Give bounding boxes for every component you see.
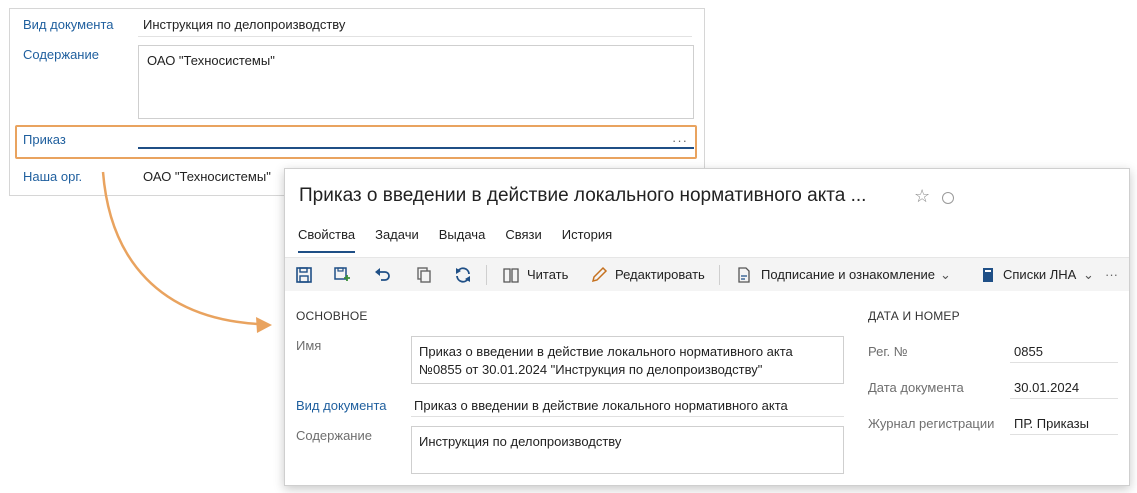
- dialog-tabs: Свойства Задачи Выдача Связи История: [298, 225, 632, 255]
- reg-number-label: Рег. №: [868, 344, 908, 359]
- save-copy-icon[interactable]: [334, 266, 352, 284]
- doc-date-underline: [1010, 398, 1118, 399]
- toolbar-separator: [719, 265, 720, 285]
- doc-type-underline: [138, 36, 692, 37]
- content-textarea[interactable]: ОАО "Техносистемы": [138, 45, 694, 119]
- doc-type-underline: [411, 416, 844, 417]
- undo-icon[interactable]: [374, 266, 392, 284]
- journal-label: Журнал регистрации: [868, 416, 995, 431]
- doc-type-label: Вид документа: [23, 17, 114, 32]
- tab-properties[interactable]: Свойства: [298, 225, 356, 253]
- dialog-title: Приказ о введении в действие локального …: [299, 185, 867, 206]
- tab-issue[interactable]: Выдача: [439, 225, 486, 253]
- org-value[interactable]: ОАО "Техносистемы": [143, 169, 271, 184]
- more-icon[interactable]: ···: [1105, 267, 1118, 282]
- chevron-down-icon[interactable]: ⌄: [940, 267, 951, 283]
- doc-date-label: Дата документа: [868, 380, 964, 395]
- doc-date-value[interactable]: 30.01.2024: [1014, 380, 1079, 395]
- content-label: Содержание: [23, 47, 99, 62]
- read-button[interactable]: Читать: [527, 267, 568, 282]
- document-sign-icon[interactable]: [735, 266, 753, 284]
- lna-lists-button[interactable]: Списки ЛНА: [1003, 267, 1076, 282]
- tab-history[interactable]: История: [562, 225, 612, 253]
- name-field[interactable]: Приказ о введении в действие локального …: [411, 336, 844, 384]
- pencil-icon[interactable]: [590, 266, 608, 284]
- refresh-icon[interactable]: [454, 266, 472, 284]
- status-circle-icon[interactable]: [942, 192, 954, 204]
- book-icon[interactable]: [502, 266, 520, 284]
- sign-acquaint-button[interactable]: Подписание и ознакомление: [761, 267, 935, 282]
- tab-links[interactable]: Связи: [505, 225, 541, 253]
- save-icon[interactable]: [295, 266, 313, 284]
- tab-tasks[interactable]: Задачи: [375, 225, 419, 253]
- journal-value[interactable]: ПР. Приказы: [1014, 416, 1089, 431]
- toolbar-separator: [486, 265, 487, 285]
- main-section-title: ОСНОВНОЕ: [296, 309, 368, 323]
- star-icon[interactable]: ☆: [914, 186, 930, 207]
- doc-type-value[interactable]: Приказ о введении в действие локального …: [414, 398, 788, 413]
- copy-icon[interactable]: [415, 266, 433, 284]
- reg-number-underline: [1010, 362, 1118, 363]
- content-label: Содержание: [296, 428, 372, 443]
- doc-type-value[interactable]: Инструкция по делопроизводству: [143, 17, 345, 32]
- toolbar: Читать Редактировать Подписание и ознако…: [285, 257, 1129, 291]
- chevron-down-icon[interactable]: ⌄: [1083, 267, 1094, 283]
- doc-type-label: Вид документа: [296, 398, 387, 413]
- content-field[interactable]: Инструкция по делопроизводству: [411, 426, 844, 474]
- arrowhead: [256, 317, 272, 333]
- edit-button[interactable]: Редактировать: [615, 267, 705, 282]
- lna-list-icon[interactable]: [979, 266, 997, 284]
- journal-underline: [1010, 434, 1118, 435]
- org-label: Наша орг.: [23, 169, 83, 184]
- order-dialog: Приказ о введении в действие локального …: [284, 168, 1130, 486]
- reg-number-value[interactable]: 0855: [1014, 344, 1043, 359]
- name-label: Имя: [296, 338, 322, 353]
- date-section-title: ДАТА И НОМЕР: [868, 309, 960, 323]
- order-field-highlight: [15, 125, 697, 159]
